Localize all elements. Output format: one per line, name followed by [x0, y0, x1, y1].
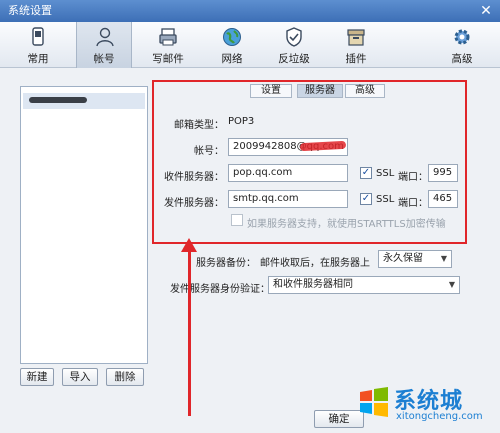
- auth-label: 发件服务器身份验证：: [170, 284, 270, 295]
- title-bar: 系统设置 ✕: [0, 0, 500, 22]
- user-icon: [96, 27, 114, 47]
- windows-logo-icon: [360, 387, 388, 417]
- redaction-scribble: [29, 97, 87, 103]
- outgoing-port-field[interactable]: 465: [428, 190, 458, 208]
- tab-plugins[interactable]: 插件: [328, 22, 384, 68]
- outgoing-ssl-label: SSL: [376, 194, 395, 205]
- incoming-ssl-checkbox[interactable]: ✓: [360, 167, 372, 179]
- compose-icon: [159, 28, 177, 46]
- annotation-arrow-head: [181, 238, 197, 252]
- gear-icon: [454, 29, 470, 45]
- backup-select[interactable]: 永久保留 ▼: [378, 250, 452, 268]
- phone-icon: [32, 27, 44, 46]
- tab-compose[interactable]: 写邮件: [140, 22, 196, 68]
- chevron-down-icon: ▼: [440, 254, 447, 263]
- tab-network-label: 网络: [221, 53, 243, 65]
- globe-icon: [223, 28, 241, 46]
- tab-network[interactable]: 网络: [204, 22, 260, 68]
- close-icon[interactable]: ✕: [478, 3, 494, 19]
- window-title: 系统设置: [8, 4, 52, 17]
- mailbox-type-label: 邮箱类型：: [174, 120, 224, 131]
- backup-text: 邮件收取后，在服务器上: [260, 258, 370, 269]
- backup-label: 服务器备份：: [196, 258, 256, 269]
- new-account-button[interactable]: 新建: [20, 368, 54, 386]
- incoming-port-label: 端口：: [398, 172, 428, 183]
- backup-select-value: 永久保留: [383, 253, 423, 264]
- tab-common[interactable]: 常用: [10, 22, 66, 68]
- list-item[interactable]: [23, 93, 145, 109]
- chevron-down-icon: ▼: [448, 280, 455, 289]
- shield-icon: [286, 27, 302, 47]
- outgoing-server-field[interactable]: smtp.qq.com: [228, 190, 348, 208]
- settings-window: 系统设置 ✕ 常用 帐号 写邮件 网络 反垃级 插件 高级 新建 导入 删除 设…: [0, 0, 500, 433]
- tab-account-label: 帐号: [93, 53, 115, 65]
- tab-antispam-label: 反垃级: [278, 53, 310, 65]
- account-label: 帐号：: [194, 146, 224, 157]
- starttls-checkbox[interactable]: [231, 214, 243, 226]
- account-list[interactable]: [20, 86, 148, 364]
- outgoing-ssl-checkbox[interactable]: ✓: [360, 193, 372, 205]
- tab-advanced-settings[interactable]: 高级: [434, 22, 490, 68]
- starttls-label: 如果服务器支持，就使用STARTTLS加密传输: [247, 219, 446, 230]
- outgoing-port-label: 端口：: [398, 198, 428, 209]
- toolbar: 常用 帐号 写邮件 网络 反垃级 插件 高级: [0, 22, 500, 68]
- mailbox-type-value: POP3: [228, 116, 255, 127]
- tab-account[interactable]: 帐号: [76, 22, 132, 68]
- tab-compose-label: 写邮件: [152, 53, 184, 65]
- incoming-port-field[interactable]: 995: [428, 164, 458, 182]
- incoming-server-label: 收件服务器：: [164, 172, 224, 183]
- watermark: 系统城 xitongcheng.com: [352, 380, 500, 433]
- auth-select[interactable]: 和收件服务器相同 ▼: [268, 276, 460, 294]
- tab-antispam[interactable]: 反垃级: [266, 22, 322, 68]
- watermark-url: xitongcheng.com: [396, 411, 483, 422]
- incoming-ssl-label: SSL: [376, 168, 395, 179]
- outgoing-server-label: 发件服务器：: [164, 198, 224, 209]
- delete-account-button[interactable]: 删除: [106, 368, 144, 386]
- incoming-server-field[interactable]: pop.qq.com: [228, 164, 348, 182]
- annotation-arrow-line: [188, 246, 191, 416]
- tab-common-label: 常用: [27, 53, 49, 65]
- import-account-button[interactable]: 导入: [62, 368, 98, 386]
- box-icon: [347, 29, 365, 46]
- tab-advanced-settings-label: 高级: [451, 53, 473, 65]
- auth-select-value: 和收件服务器相同: [273, 279, 353, 290]
- tab-plugins-label: 插件: [345, 53, 367, 65]
